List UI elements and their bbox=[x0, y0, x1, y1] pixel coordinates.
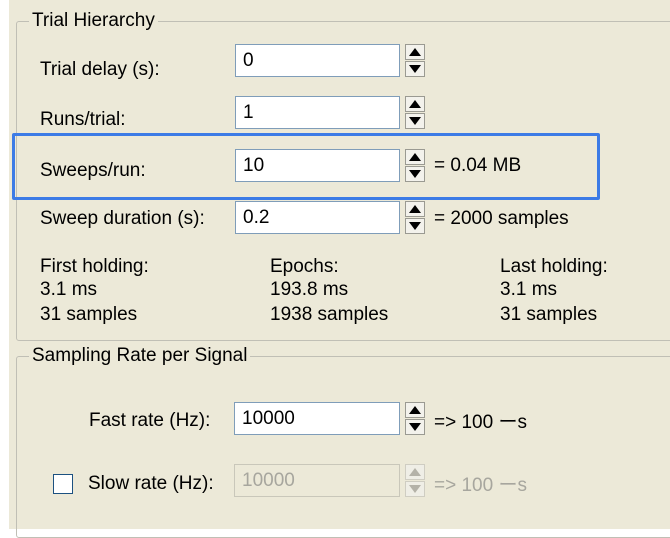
last-holding-samples: 31 samples bbox=[500, 304, 598, 325]
settings-panel: Trial Hierarchy Trial delay (s): Runs/tr… bbox=[9, 0, 670, 538]
sweep-duration-input[interactable] bbox=[235, 201, 400, 234]
last-holding-time: 3.1 ms bbox=[500, 279, 558, 300]
slow-rate-interval: => 100 ーs bbox=[434, 475, 527, 496]
first-holding-time: 3.1 ms bbox=[40, 279, 98, 300]
slow-rate-checkbox[interactable] bbox=[53, 474, 73, 494]
spin-up-button bbox=[405, 464, 425, 480]
spin-down-button[interactable] bbox=[405, 218, 425, 234]
spin-down-button[interactable] bbox=[405, 61, 425, 77]
arrow-down-icon bbox=[409, 222, 421, 230]
trial-delay-spinner[interactable] bbox=[405, 44, 425, 77]
fast-rate-input[interactable] bbox=[234, 402, 400, 435]
last-holding-label: Last holding: bbox=[500, 256, 608, 277]
runs-per-trial-label: Runs/trial: bbox=[40, 109, 126, 130]
arrow-down-icon bbox=[409, 117, 421, 125]
sweeps-per-run-spinner[interactable] bbox=[405, 149, 425, 182]
spin-up-button[interactable] bbox=[405, 402, 425, 418]
sweep-samples-info: = 2000 samples bbox=[434, 208, 569, 229]
trial-delay-input[interactable] bbox=[235, 44, 400, 77]
trial-delay-label: Trial delay (s): bbox=[40, 59, 160, 80]
spin-down-button bbox=[405, 481, 425, 497]
epochs-time: 193.8 ms bbox=[270, 279, 349, 300]
epochs-samples: 1938 samples bbox=[270, 304, 389, 325]
arrow-up-icon bbox=[409, 48, 421, 56]
trial-hierarchy-title: Trial Hierarchy bbox=[29, 9, 158, 33]
sweeps-per-run-label: Sweeps/run: bbox=[40, 160, 146, 181]
arrow-down-icon bbox=[409, 65, 421, 73]
fast-rate-spinner[interactable] bbox=[405, 402, 425, 435]
fast-rate-interval: => 100 ーs bbox=[434, 412, 527, 433]
sampling-rate-title: Sampling Rate per Signal bbox=[29, 344, 251, 368]
spin-up-button[interactable] bbox=[405, 201, 425, 217]
spin-down-button[interactable] bbox=[405, 419, 425, 435]
runs-per-trial-spinner[interactable] bbox=[405, 96, 425, 129]
slow-rate-spinner bbox=[405, 464, 425, 497]
first-holding-label: First holding: bbox=[40, 256, 149, 277]
spin-down-button[interactable] bbox=[405, 166, 425, 182]
sampling-rate-group: Sampling Rate per Signal bbox=[16, 344, 670, 538]
sweeps-size-info: = 0.04 MB bbox=[434, 155, 522, 176]
sweeps-per-run-input[interactable] bbox=[235, 149, 400, 182]
arrow-up-icon bbox=[409, 406, 421, 414]
slow-rate-input bbox=[234, 464, 400, 497]
spin-up-button[interactable] bbox=[405, 44, 425, 60]
arrow-down-icon bbox=[409, 170, 421, 178]
arrow-up-icon bbox=[409, 205, 421, 213]
epochs-label: Epochs: bbox=[270, 256, 339, 277]
fast-rate-label: Fast rate (Hz): bbox=[89, 410, 211, 431]
spin-down-button[interactable] bbox=[405, 113, 425, 129]
sweep-duration-spinner[interactable] bbox=[405, 201, 425, 234]
arrow-down-icon bbox=[409, 423, 421, 431]
sweep-duration-label: Sweep duration (s): bbox=[40, 208, 205, 229]
spin-up-button[interactable] bbox=[405, 96, 425, 112]
spin-up-button[interactable] bbox=[405, 149, 425, 165]
arrow-up-icon bbox=[409, 468, 421, 476]
arrow-up-icon bbox=[409, 153, 421, 161]
slow-rate-label: Slow rate (Hz): bbox=[88, 473, 214, 494]
runs-per-trial-input[interactable] bbox=[235, 96, 400, 129]
first-holding-samples: 31 samples bbox=[40, 304, 138, 325]
arrow-up-icon bbox=[409, 100, 421, 108]
arrow-down-icon bbox=[409, 485, 421, 493]
